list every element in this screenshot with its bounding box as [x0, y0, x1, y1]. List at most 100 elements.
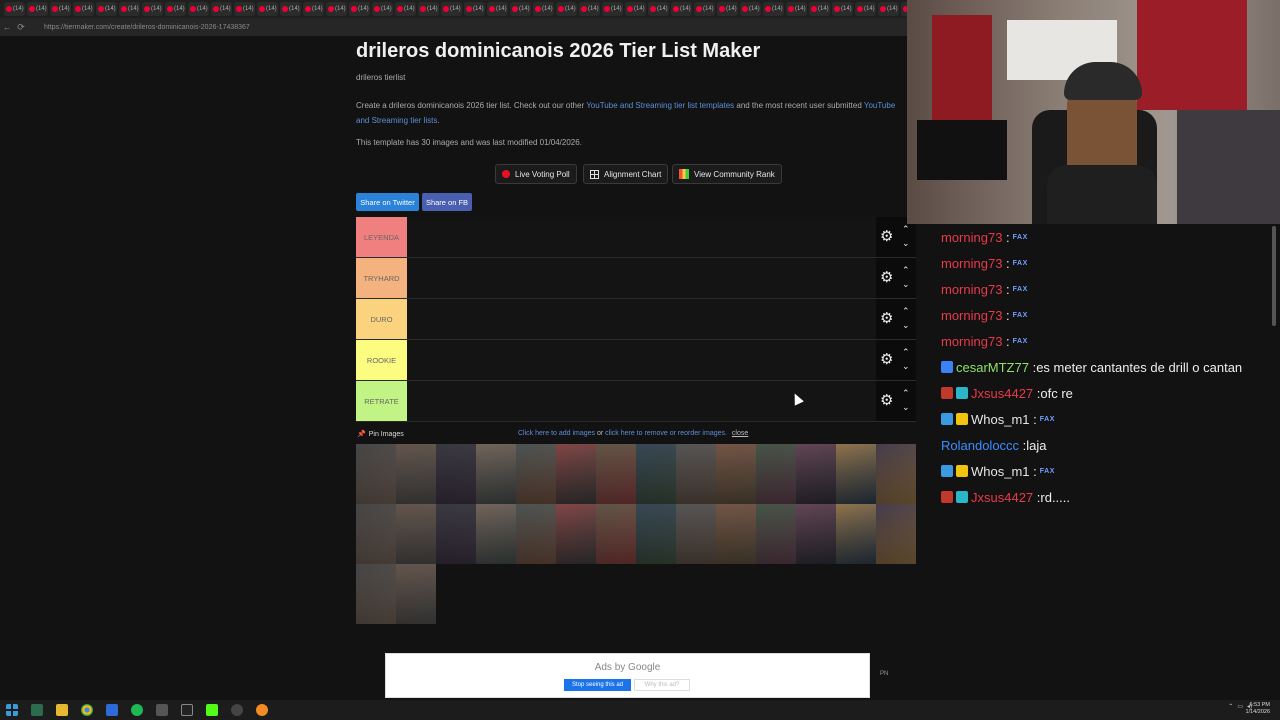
live-voting-poll-button[interactable]: Live Voting Poll: [495, 164, 577, 184]
gear-icon[interactable]: ⚙: [880, 393, 893, 408]
browser-tab[interactable]: (14): [280, 2, 301, 16]
tier-label[interactable]: ROOKIE: [356, 340, 407, 380]
tier-drop-zone[interactable]: [407, 217, 876, 257]
tier-image[interactable]: [516, 504, 556, 564]
browser-tab[interactable]: (14): [418, 2, 439, 16]
browser-tab[interactable]: (14): [119, 2, 140, 16]
tier-label[interactable]: DURO: [356, 299, 407, 339]
browser-tab[interactable]: (14): [349, 2, 370, 16]
youtube-templates-link[interactable]: YouTube and Streaming tier list template…: [586, 101, 734, 110]
browser-tab[interactable]: (14): [211, 2, 232, 16]
browser-tab[interactable]: (14): [257, 2, 278, 16]
tier-image[interactable]: [636, 504, 676, 564]
tier-drop-zone[interactable]: [407, 381, 876, 421]
url-field[interactable]: https://tiermaker.com/create/drileros-do…: [44, 24, 250, 31]
network-icon[interactable]: ▭: [1237, 703, 1243, 710]
move-up-icon[interactable]: ⌃: [902, 225, 910, 234]
browser-tab[interactable]: (14): [441, 2, 462, 16]
browser-tab[interactable]: (14): [510, 2, 531, 16]
move-down-icon[interactable]: ⌄: [902, 239, 910, 248]
browser-tab[interactable]: (14): [694, 2, 715, 16]
tier-image[interactable]: [356, 564, 396, 624]
move-up-icon[interactable]: ⌃: [902, 266, 910, 275]
tier-image[interactable]: [636, 444, 676, 504]
move-down-icon[interactable]: ⌄: [902, 362, 910, 371]
browser-tab[interactable]: (14): [165, 2, 186, 16]
tier-image[interactable]: [836, 504, 876, 564]
share-fb-button[interactable]: Share on FB: [422, 193, 472, 211]
firefox-icon[interactable]: [256, 704, 268, 716]
chat-username[interactable]: morning73: [941, 230, 1002, 245]
browser-tab[interactable]: (14): [73, 2, 94, 16]
browser-tab[interactable]: (14): [740, 2, 761, 16]
windows-start-icon[interactable]: [6, 704, 18, 716]
browser-tab[interactable]: (14): [487, 2, 508, 16]
tier-image[interactable]: [716, 504, 756, 564]
view-community-rank-button[interactable]: View Community Rank: [672, 164, 782, 184]
chat-username[interactable]: morning73: [941, 256, 1002, 271]
browser-tab[interactable]: (14): [533, 2, 554, 16]
chat-scrollbar[interactable]: [1272, 226, 1276, 326]
add-images-link[interactable]: Click here to add images: [518, 430, 595, 437]
browser-tab[interactable]: (14): [96, 2, 117, 16]
browser-tab[interactable]: (14): [855, 2, 876, 16]
app-icon-green[interactable]: [131, 704, 143, 716]
gear-icon[interactable]: ⚙: [880, 352, 893, 367]
move-down-icon[interactable]: ⌄: [902, 321, 910, 330]
browser-tab[interactable]: (14): [671, 2, 692, 16]
tier-label[interactable]: TRYHARD: [356, 258, 407, 298]
tier-image[interactable]: [756, 504, 796, 564]
back-arrow-icon[interactable]: ←: [0, 22, 14, 32]
browser-tab[interactable]: (14): [602, 2, 623, 16]
tier-image[interactable]: [756, 444, 796, 504]
browser-tab[interactable]: (14): [372, 2, 393, 16]
tier-image[interactable]: [796, 504, 836, 564]
tier-image[interactable]: [556, 504, 596, 564]
chat-username[interactable]: Whos_m1: [971, 412, 1030, 427]
browser-tab[interactable]: (14): [464, 2, 485, 16]
tier-image[interactable]: [676, 504, 716, 564]
tier-image[interactable]: [716, 444, 756, 504]
tier-image[interactable]: [556, 444, 596, 504]
move-down-icon[interactable]: ⌄: [902, 403, 910, 412]
gear-icon[interactable]: ⚙: [880, 229, 893, 244]
tier-image[interactable]: [356, 444, 396, 504]
browser-tab[interactable]: (14): [832, 2, 853, 16]
share-twitter-button[interactable]: Share on Twitter: [356, 193, 419, 211]
browser-tab[interactable]: (14): [556, 2, 577, 16]
browser-tab[interactable]: (14): [717, 2, 738, 16]
browser-tab[interactable]: (14): [142, 2, 163, 16]
chevron-up-icon[interactable]: ⌃: [1228, 703, 1233, 710]
chrome-icon[interactable]: [81, 704, 93, 716]
tier-image[interactable]: [596, 504, 636, 564]
folder-icon[interactable]: [56, 704, 68, 716]
tier-label[interactable]: RETRATE: [356, 381, 407, 421]
app-icon-blue[interactable]: [106, 704, 118, 716]
browser-tab[interactable]: (14): [625, 2, 646, 16]
tier-image[interactable]: [396, 564, 436, 624]
browser-tab[interactable]: (14): [188, 2, 209, 16]
stop-seeing-ad-button[interactable]: Stop seeing this ad: [564, 679, 631, 691]
tier-image[interactable]: [476, 504, 516, 564]
tier-image[interactable]: [436, 504, 476, 564]
move-down-icon[interactable]: ⌄: [902, 280, 910, 289]
terminal-icon[interactable]: [31, 704, 43, 716]
why-this-ad-button[interactable]: Why this ad?: [634, 679, 690, 691]
tier-drop-zone[interactable]: [407, 299, 876, 339]
chat-username[interactable]: morning73: [941, 334, 1002, 349]
chat-username[interactable]: Whos_m1: [971, 464, 1030, 479]
tier-image[interactable]: [876, 444, 916, 504]
tier-image[interactable]: [596, 444, 636, 504]
move-up-icon[interactable]: ⌃: [902, 307, 910, 316]
browser-tab[interactable]: (14): [303, 2, 324, 16]
tier-image[interactable]: [396, 504, 436, 564]
browser-tab[interactable]: (14): [648, 2, 669, 16]
tier-image[interactable]: [836, 444, 876, 504]
move-up-icon[interactable]: ⌃: [902, 389, 910, 398]
kick-icon[interactable]: [206, 704, 218, 716]
move-up-icon[interactable]: ⌃: [902, 348, 910, 357]
tier-image[interactable]: [396, 444, 436, 504]
remove-images-link[interactable]: click here to remove or reorder images.: [605, 430, 727, 437]
gear-icon[interactable]: ⚙: [880, 270, 893, 285]
chat-username[interactable]: Jxsus4427: [971, 490, 1033, 505]
